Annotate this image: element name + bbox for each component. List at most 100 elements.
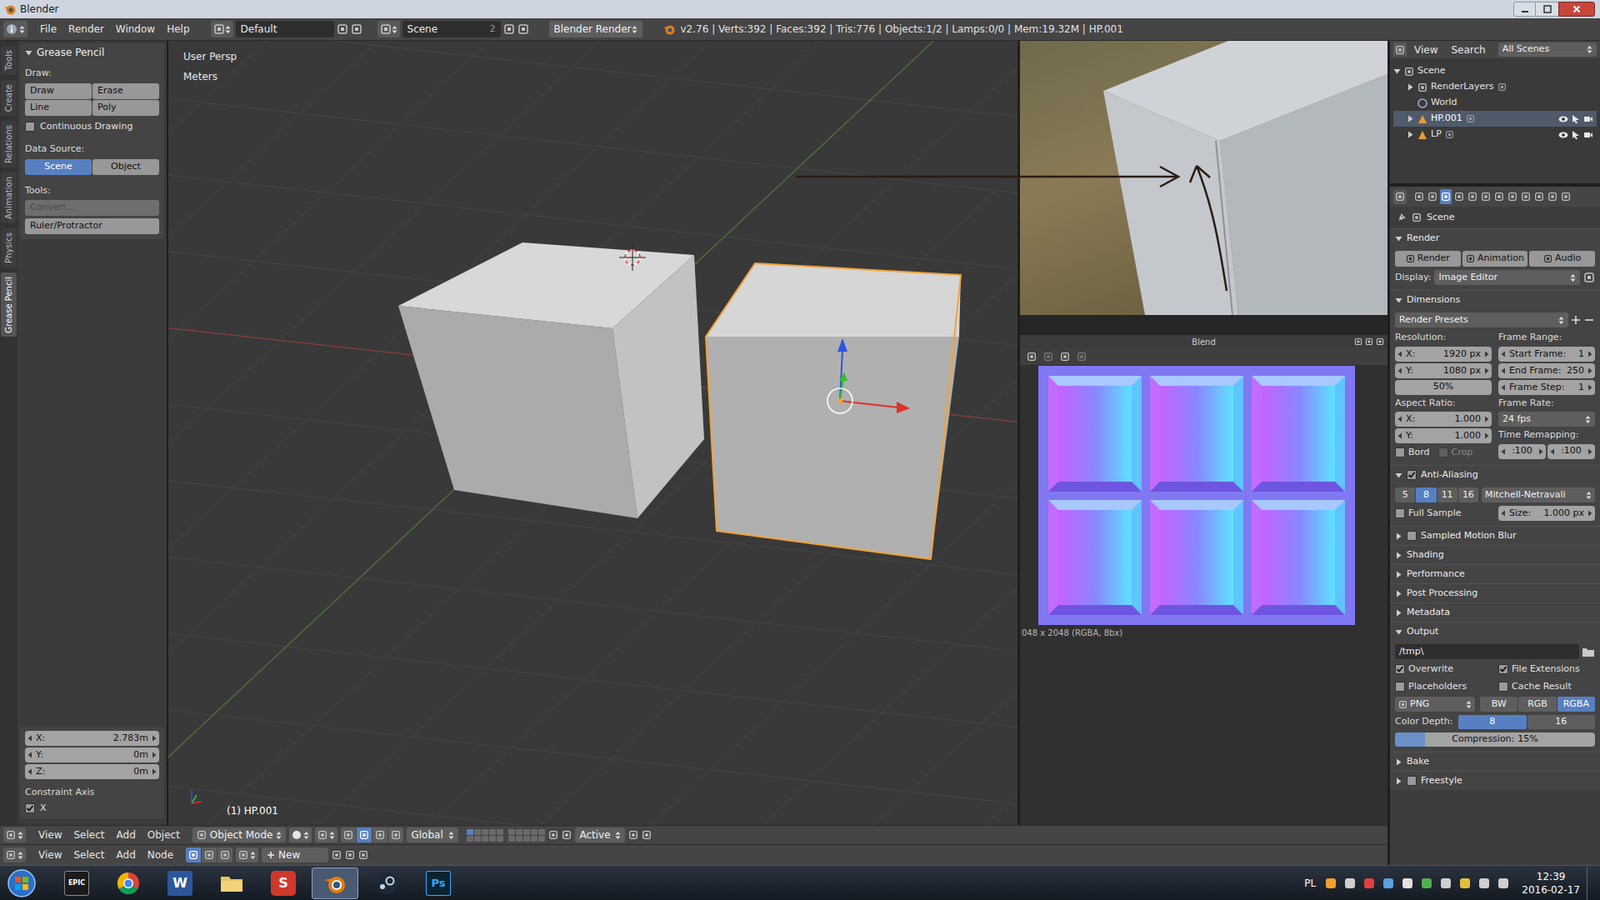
pivot-dropdown[interactable]: [315, 827, 338, 843]
context-tab[interactable]: [1546, 189, 1559, 205]
outliner-item[interactable]: World: [1393, 95, 1597, 111]
shading-dropdown[interactable]: [289, 827, 312, 843]
output-option-checkbox[interactable]: [1395, 681, 1405, 692]
collapsed-panel-header[interactable]: Freestyle: [1390, 770, 1600, 790]
outliner-item[interactable]: HP.001: [1393, 110, 1597, 127]
context-tab[interactable]: [1533, 189, 1545, 205]
aa-sample-option[interactable]: 16: [1458, 487, 1479, 503]
continuous-drawing-checkbox[interactable]: [25, 121, 35, 132]
start-button[interactable]: [3, 866, 40, 900]
collapsed-panel-header[interactable]: Performance: [1390, 564, 1600, 584]
layer-button[interactable]: [530, 835, 538, 842]
texture-nodes-toggle[interactable]: [217, 847, 233, 863]
remove-preset-icon[interactable]: [1583, 314, 1595, 326]
output-option[interactable]: File Extensions: [1498, 662, 1595, 677]
collapsed-triangle-icon[interactable]: [1406, 115, 1415, 123]
frame-range-field[interactable]: Start Frame:1: [1498, 346, 1595, 362]
collapsed-triangle-icon[interactable]: [1395, 590, 1403, 598]
color-mode-option[interactable]: RGBA: [1557, 696, 1595, 712]
image-editor-region[interactable]: 048 x 2048 (RGBA, 8bx): [1020, 365, 1388, 825]
menu-item[interactable]: Add: [110, 827, 142, 843]
output-path-field[interactable]: /tmp\: [1395, 644, 1580, 660]
collapsed-triangle-icon[interactable]: [1406, 130, 1415, 139]
crop-checkbox[interactable]: [1438, 447, 1449, 458]
layer-button[interactable]: [474, 829, 481, 835]
constraint-axis-checkbox[interactable]: [25, 803, 35, 814]
high-poly-cube[interactable]: [705, 263, 961, 560]
decrement-arrow-icon[interactable]: [27, 768, 33, 775]
color-depth-option[interactable]: 16: [1527, 715, 1596, 730]
selectable-cursor-icon[interactable]: [1571, 130, 1580, 140]
decrement-arrow-icon[interactable]: [27, 735, 33, 742]
render-button[interactable]: Render: [1395, 250, 1461, 267]
display-dropdown[interactable]: Image Editor: [1434, 270, 1580, 285]
output-option[interactable]: Overwrite: [1395, 662, 1492, 677]
tool-tab[interactable]: Animation: [0, 172, 17, 224]
output-option[interactable]: Cache Result: [1498, 680, 1595, 695]
render-button[interactable]: Audio: [1529, 250, 1595, 267]
editor-type-button[interactable]: [1393, 42, 1407, 57]
increment-arrow-icon[interactable]: [1587, 448, 1593, 455]
collapsed-triangle-icon[interactable]: [1395, 532, 1403, 540]
operator-field[interactable]: Z:0m: [25, 764, 160, 780]
render-button[interactable]: Animation: [1462, 250, 1529, 267]
anti-aliasing-panel-header[interactable]: Anti-Aliasing: [1390, 465, 1600, 485]
tool-button[interactable]: Convert...: [25, 200, 160, 216]
tray-app-icon[interactable]: [1458, 876, 1472, 890]
tray-app-icon[interactable]: [1343, 876, 1357, 890]
layer-button[interactable]: [523, 835, 530, 842]
layer-button[interactable]: [481, 829, 489, 835]
input-language[interactable]: PL: [1304, 875, 1316, 891]
selectable-cursor-icon[interactable]: [1571, 114, 1580, 125]
time-remapping-field[interactable]: :100: [1498, 444, 1546, 460]
tray-app-icon[interactable]: [1477, 876, 1491, 890]
tool-tab[interactable]: Create: [0, 80, 17, 116]
increment-arrow-icon[interactable]: [151, 768, 157, 775]
decrement-arrow-icon[interactable]: [1500, 367, 1506, 375]
visibility-eye-icon[interactable]: [1558, 115, 1569, 124]
render-engine-dropdown[interactable]: Blender Render: [549, 20, 643, 38]
maximize-button[interactable]: [1535, 1, 1559, 17]
layer-button[interactable]: [508, 829, 515, 835]
increment-arrow-icon[interactable]: [1538, 448, 1544, 455]
context-tab[interactable]: [1453, 189, 1465, 205]
minimize-button[interactable]: [1513, 1, 1536, 17]
layer-button[interactable]: [474, 835, 481, 842]
decrement-arrow-icon[interactable]: [1500, 384, 1506, 391]
collapsed-triangle-icon[interactable]: [1406, 83, 1415, 91]
material-slot-dropdown[interactable]: [235, 847, 259, 863]
folder-icon[interactable]: [1581, 645, 1595, 658]
tool-tab[interactable]: Physics: [0, 228, 17, 268]
increment-arrow-icon[interactable]: [1587, 350, 1593, 358]
aspect-ratio-field[interactable]: X:1.000: [1395, 411, 1492, 427]
context-tab[interactable]: [1560, 189, 1572, 205]
context-tab[interactable]: [1520, 189, 1532, 205]
constraint-axis-option[interactable]: X: [25, 801, 160, 816]
editor-type-button[interactable]: [3, 20, 28, 38]
add-preset-icon[interactable]: [1570, 314, 1582, 326]
translate-toggle[interactable]: [356, 827, 372, 843]
collapsed-panel-header[interactable]: Bake: [1390, 751, 1600, 771]
aa-sample-option[interactable]: 8: [1415, 487, 1436, 503]
shader-nodes-toggle[interactable]: [185, 847, 201, 863]
decrement-arrow-icon[interactable]: [27, 751, 33, 759]
render-camera-icon[interactable]: [1583, 130, 1594, 140]
context-tab[interactable]: [1413, 189, 1425, 205]
output-option-checkbox[interactable]: [1498, 664, 1509, 675]
output-option-checkbox[interactable]: [1395, 664, 1405, 675]
mode-dropdown[interactable]: Object Mode: [192, 827, 287, 843]
color-depth-option[interactable]: 8: [1458, 715, 1527, 730]
draw-button[interactable]: Erase: [92, 83, 160, 100]
draw-button[interactable]: Draw: [25, 83, 92, 100]
3d-cursor[interactable]: [619, 244, 646, 271]
color-mode-option[interactable]: BW: [1480, 696, 1518, 712]
orientation-dropdown[interactable]: Global: [406, 827, 459, 843]
panel-enable-checkbox[interactable]: [1406, 470, 1417, 480]
decrement-arrow-icon[interactable]: [1397, 350, 1403, 358]
aspect-ratio-field[interactable]: Y:1.000: [1395, 428, 1492, 444]
menu-item[interactable]: Search: [1445, 42, 1491, 58]
render-camera-icon[interactable]: [1583, 115, 1594, 124]
context-tab[interactable]: [1480, 189, 1492, 205]
taskbar-app[interactable]: Ps: [415, 867, 462, 900]
layer-button[interactable]: [466, 829, 474, 835]
